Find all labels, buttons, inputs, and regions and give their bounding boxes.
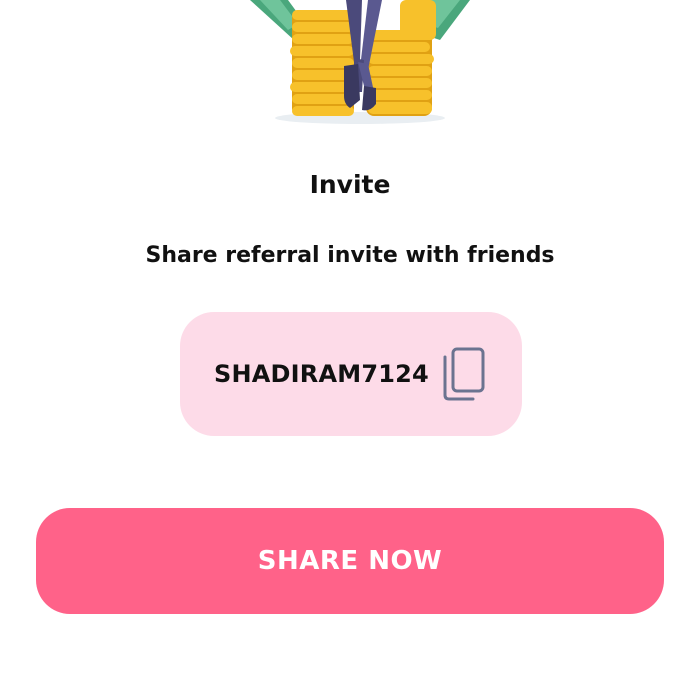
invite-subtitle: Share referral invite with friends — [145, 243, 555, 268]
share-now-button[interactable]: SHARE NOW — [36, 508, 664, 614]
referral-code-box: SHADIRAM7124 — [180, 312, 522, 436]
coins-illustration — [250, 0, 470, 130]
invite-screen: Invite Share referral invite with friend… — [0, 0, 700, 700]
referral-code: SHADIRAM7124 — [214, 360, 429, 388]
copy-icon[interactable] — [441, 347, 489, 401]
page-title: Invite — [309, 170, 391, 199]
